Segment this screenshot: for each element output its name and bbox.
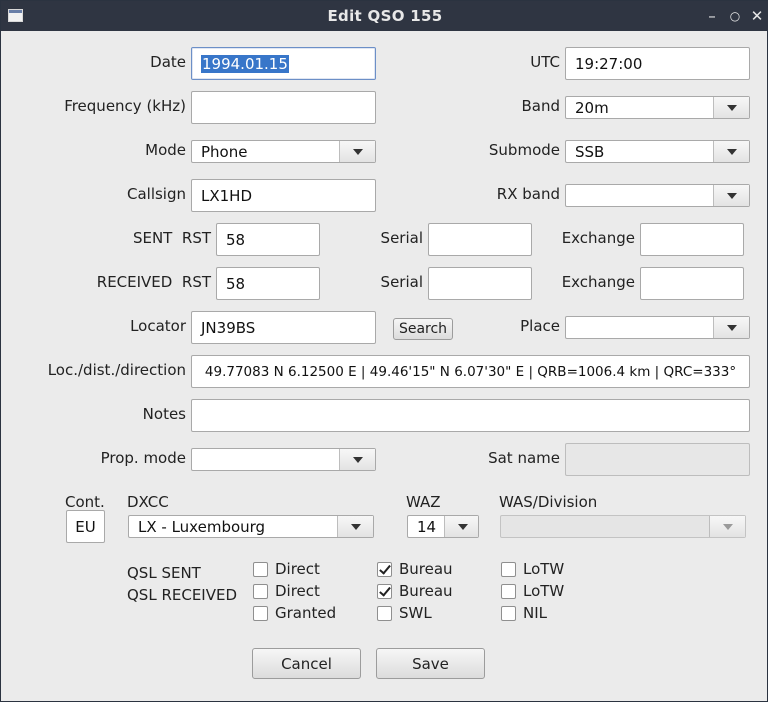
title-bar[interactable]: Edit QSO 155 – ○ ✕ (1, 1, 768, 31)
qsl-received-label: QSL RECEIVED (127, 586, 238, 604)
submode-value: SSB (575, 142, 605, 161)
received-serial-field[interactable] (428, 267, 532, 300)
sent-rst-field[interactable]: 58 (216, 223, 320, 256)
sent-serial-label: Serial (380, 229, 423, 247)
utc-label: UTC (530, 53, 560, 71)
was-division-select[interactable] (500, 515, 746, 538)
sent-rst-label: RST (181, 229, 211, 247)
sent-exchange-label: Exchange (561, 229, 635, 247)
qsl-nil-checkbox[interactable] (501, 606, 516, 621)
dxcc-value: LX - Luxembourg (138, 517, 266, 536)
rx-band-label: RX band (496, 185, 560, 203)
dxcc-label: DXCC (127, 493, 169, 511)
chevron-down-icon[interactable] (713, 317, 749, 338)
submode-select[interactable]: SSB (565, 140, 750, 163)
prop-mode-label: Prop. mode (100, 449, 186, 467)
submode-label: Submode (488, 141, 560, 159)
received-rst-label: RST (181, 273, 211, 291)
chevron-down-icon[interactable] (709, 516, 745, 537)
edit-qso-dialog: Edit QSO 155 – ○ ✕ Date 1994.01.15 UTC 1… (0, 0, 768, 702)
close-icon[interactable]: ✕ (746, 5, 768, 27)
callsign-field[interactable]: LX1HD (191, 179, 376, 212)
received-exchange-label: Exchange (561, 273, 635, 291)
cont-field[interactable]: EU (66, 510, 105, 543)
cancel-button[interactable]: Cancel (252, 648, 361, 679)
qsl-received-direct-label: Direct (275, 582, 320, 600)
chevron-down-icon[interactable] (713, 97, 749, 118)
qsl-nil-label: NIL (523, 604, 548, 622)
qsl-granted-label: Granted (275, 604, 337, 622)
place-label: Place (520, 317, 560, 335)
sent-label: SENT RST (1, 229, 211, 247)
qsl-swl-checkbox[interactable] (377, 606, 392, 621)
qsl-sent-bureau-checkbox[interactable] (377, 562, 392, 577)
received-label: RECEIVED RST (1, 273, 211, 291)
sent-serial-field[interactable] (428, 223, 532, 256)
qsl-received-bureau-label: Bureau (399, 582, 453, 600)
sent-label-text: SENT (132, 229, 173, 247)
date-label: Date (150, 53, 186, 71)
date-value: 1994.01.15 (201, 54, 289, 73)
window-title: Edit QSO 155 (327, 7, 443, 25)
loc-dist-dir-label: Loc./dist./direction (47, 361, 186, 379)
date-field[interactable]: 1994.01.15 (191, 47, 376, 80)
maximize-icon[interactable]: ○ (724, 5, 746, 27)
qsl-sent-direct-checkbox[interactable] (253, 562, 268, 577)
qsl-received-lotw-checkbox[interactable] (501, 584, 516, 599)
mode-value: Phone (201, 142, 248, 161)
waz-select[interactable]: 14 (407, 515, 479, 538)
chevron-down-icon[interactable] (444, 516, 478, 537)
search-button[interactable]: Search (393, 318, 453, 340)
qsl-received-lotw-label: LoTW (523, 582, 565, 600)
locator-field[interactable]: JN39BS (191, 311, 376, 344)
qsl-sent-label: QSL SENT (127, 564, 201, 582)
chevron-down-icon[interactable] (713, 141, 749, 162)
minimize-icon[interactable]: – (701, 5, 723, 27)
band-value: 20m (575, 98, 609, 117)
qsl-sent-bureau-label: Bureau (399, 560, 453, 578)
prop-mode-select[interactable] (191, 448, 376, 471)
callsign-label: Callsign (126, 185, 186, 203)
sat-name-field[interactable] (565, 443, 750, 476)
locator-label: Locator (130, 317, 186, 335)
chevron-down-icon[interactable] (339, 141, 375, 162)
mode-select[interactable]: Phone (191, 140, 376, 163)
received-label-text: RECEIVED (96, 273, 173, 291)
notes-label: Notes (142, 405, 186, 423)
chevron-down-icon[interactable] (713, 185, 749, 206)
qsl-granted-checkbox[interactable] (253, 606, 268, 621)
received-rst-field[interactable]: 58 (216, 267, 320, 300)
qsl-sent-direct-label: Direct (275, 560, 320, 578)
chevron-down-icon[interactable] (339, 449, 375, 470)
loc-dist-dir-field[interactable]: 49.77083 N 6.12500 E | 49.46'15" N 6.07'… (191, 355, 750, 388)
band-label: Band (521, 97, 560, 115)
mode-label: Mode (145, 141, 186, 159)
received-serial-label: Serial (380, 273, 423, 291)
cont-label: Cont. (65, 493, 105, 511)
save-button[interactable]: Save (376, 648, 485, 679)
qsl-sent-lotw-label: LoTW (523, 560, 565, 578)
waz-label: WAZ (406, 493, 441, 511)
frequency-label: Frequency (kHz) (64, 97, 186, 115)
was-division-label: WAS/Division (499, 493, 598, 511)
qsl-received-direct-checkbox[interactable] (253, 584, 268, 599)
qsl-received-bureau-checkbox[interactable] (377, 584, 392, 599)
qsl-sent-lotw-checkbox[interactable] (501, 562, 516, 577)
waz-value: 14 (417, 517, 437, 536)
dxcc-select[interactable]: LX - Luxembourg (128, 515, 374, 538)
band-select[interactable]: 20m (565, 96, 750, 119)
utc-field[interactable]: 19:27:00 (565, 47, 750, 80)
frequency-field[interactable] (191, 91, 376, 124)
qsl-swl-label: SWL (399, 604, 432, 622)
rx-band-select[interactable] (565, 184, 750, 207)
notes-field[interactable] (191, 399, 750, 432)
received-exchange-field[interactable] (640, 267, 744, 300)
sat-name-label: Sat name (488, 449, 560, 467)
place-select[interactable] (565, 316, 750, 339)
sent-exchange-field[interactable] (640, 223, 744, 256)
chevron-down-icon[interactable] (337, 516, 373, 537)
